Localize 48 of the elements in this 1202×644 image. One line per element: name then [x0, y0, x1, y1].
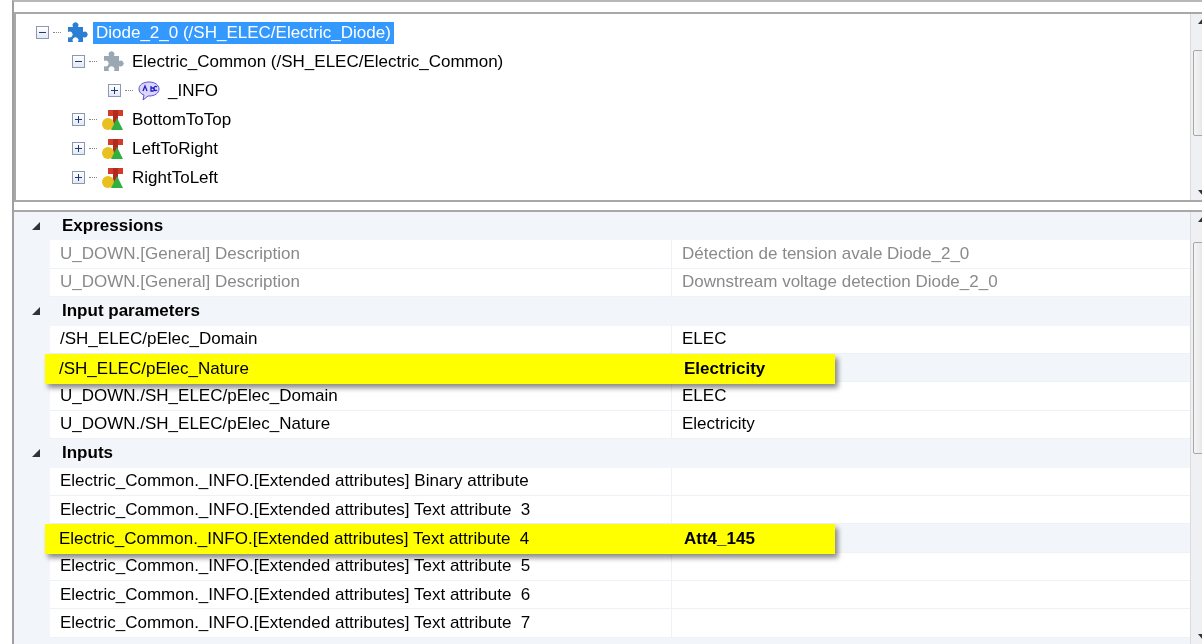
property-name: Electric_Common._INFO.[Extended attributes] Text attribute 5 [60, 556, 531, 577]
property-name: Electric_Common._INFO.[Extended attributes] Text attribute 6 [60, 584, 531, 605]
property-name: Electric_Common._INFO.[Extended attributes] Text attribute 4 [58, 529, 531, 550]
property-value[interactable]: ELEC [682, 386, 727, 407]
property-row[interactable]: Electric_Common._INFO.[Extended attributes] Text attribute 3 [50, 495, 1190, 525]
expand-toggle[interactable] [72, 171, 85, 184]
collapse-triangle-icon[interactable] [31, 221, 41, 232]
property-name: /SH_ELEC/pElec_Nature [58, 358, 250, 379]
property-name: U_DOWN./SH_ELEC/pElec_Nature [60, 414, 331, 435]
property-name: U_DOWN.[General] Description [60, 244, 300, 265]
property-name: U_DOWN./SH_ELEC/pElec_Domain [60, 386, 338, 407]
speech-bubble-icon [137, 79, 161, 102]
property-value: Electricity [683, 358, 766, 379]
shapes-icon [101, 107, 125, 132]
expand-toggle[interactable] [108, 84, 121, 97]
collapse-triangle-icon[interactable] [31, 306, 41, 317]
expand-toggle[interactable] [72, 113, 85, 126]
puzzle-piece-icon [101, 49, 125, 74]
property-value[interactable]: Electricity [682, 414, 755, 435]
property-name: Electric_Common._INFO.[Extended attributes] Text attribute 7 [60, 613, 531, 634]
collapse-toggle[interactable] [36, 26, 49, 39]
tree-item[interactable]: LeftToRight [129, 137, 221, 160]
expand-toggle[interactable] [72, 142, 85, 155]
property-row[interactable]: Electric_Common._INFO.[Extended attributes] Binary attribute [50, 467, 1190, 496]
property-row[interactable]: Electric_Common._INFO.[Extended attributes] Text attribute 5 [50, 552, 1190, 582]
property-name: Electric_Common._INFO.[Extended attributes] Text attribute 3 [60, 499, 531, 520]
category-header: Input parameters [62, 301, 200, 322]
property-row[interactable]: /SH_ELEC/pElec_Domain ELEC [50, 325, 1190, 354]
tree-item[interactable]: BottomToTop [129, 108, 235, 131]
category-header: Inputs [62, 443, 113, 464]
property-name: /SH_ELEC/pElec_Domain [60, 329, 258, 350]
property-value[interactable]: ELEC [682, 329, 727, 350]
property-row[interactable]: Electric_Common._INFO.[Extended attributes] Text attribute 6 [50, 581, 1190, 610]
property-row[interactable]: U_DOWN./SH_ELEC/pElec_Domain ELEC [50, 382, 1190, 411]
property-name: Electric_Common._INFO.[Extended attributes] Binary attribute [60, 471, 529, 492]
collapse-toggle[interactable] [72, 55, 85, 68]
collapse-triangle-icon[interactable] [31, 448, 41, 459]
tree-item[interactable]: _INFO [165, 79, 222, 102]
shapes-icon [101, 136, 125, 161]
property-row[interactable]: U_DOWN./SH_ELEC/pElec_Nature Electricity [50, 410, 1190, 440]
property-name: U_DOWN.[General] Description [60, 272, 300, 293]
shapes-icon [101, 165, 125, 190]
property-row[interactable]: Electric_Common._INFO.[Extended attributes] Text attribute 7 [50, 609, 1190, 638]
tree-item[interactable]: Electric_Common (/SH_ELEC/Electric_Common) [129, 50, 507, 73]
tree-item[interactable]: RightToLeft [129, 166, 221, 189]
category-header: Expressions [62, 216, 164, 237]
property-value: Att4_145 [683, 529, 755, 550]
puzzle-piece-icon [65, 20, 89, 45]
